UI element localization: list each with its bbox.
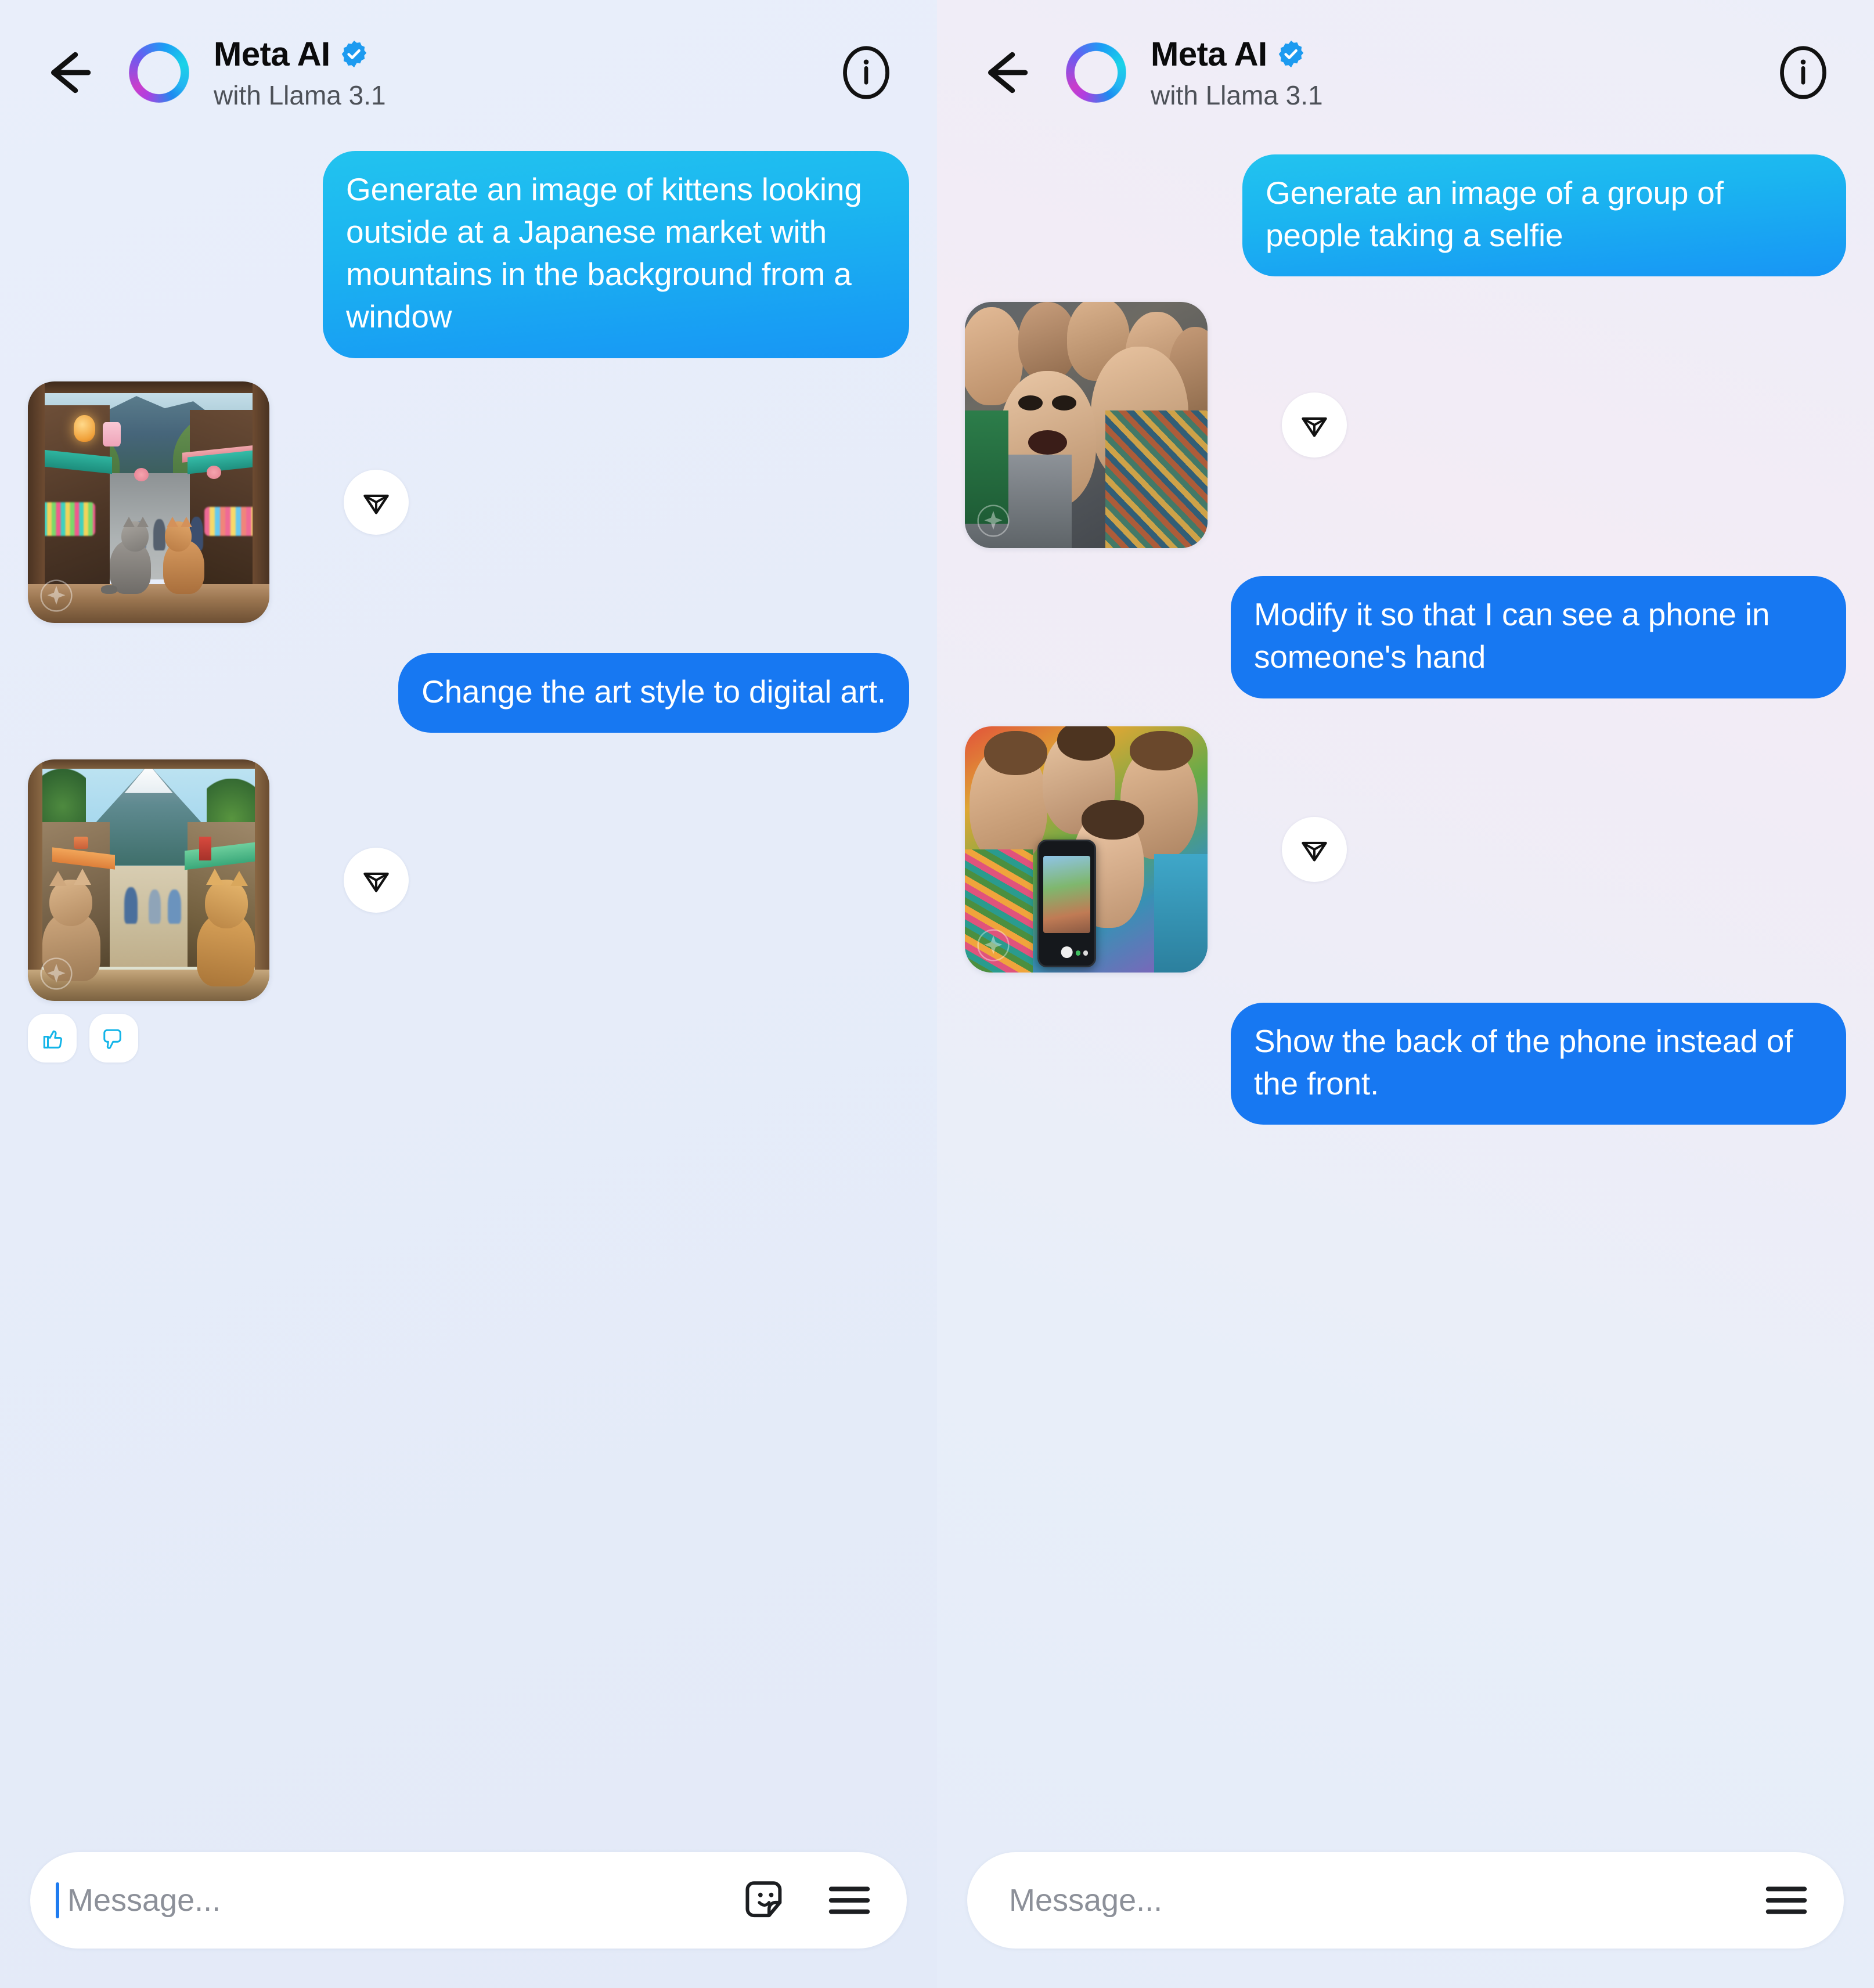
- composer-bar[interactable]: Message...: [967, 1852, 1844, 1949]
- meta-ai-imagine-watermark: [40, 579, 73, 612]
- message-row: [965, 726, 1846, 973]
- composer-bar[interactable]: Message...: [30, 1852, 907, 1949]
- message-row: [28, 381, 909, 623]
- chat-title-block: Meta AI with Llama 3.1: [1151, 35, 1323, 111]
- thumbs-down-icon[interactable]: [89, 1013, 138, 1063]
- text-cursor: [56, 1882, 59, 1918]
- share-send-icon[interactable]: [344, 469, 409, 535]
- info-circle-icon[interactable]: [838, 45, 894, 100]
- message-bubble-outgoing[interactable]: Show the back of the phone instead of th…: [1231, 1002, 1846, 1125]
- generated-image-group-selfie[interactable]: [965, 302, 1208, 549]
- chat-panel-right: Meta AI with Llama 3.1 Generate an image…: [937, 0, 1874, 1988]
- share-send-icon[interactable]: [344, 847, 409, 913]
- back-arrow-icon[interactable]: [973, 38, 1041, 107]
- message-input[interactable]: Message...: [67, 1882, 742, 1918]
- meta-ai-ring-logo: [1066, 42, 1126, 103]
- message-row: [965, 302, 1846, 549]
- message-composer-right: Message...: [937, 1845, 1874, 1988]
- page-title: Meta AI: [214, 35, 330, 73]
- meta-ai-imagine-watermark: [977, 505, 1010, 537]
- hamburger-menu-icon[interactable]: [824, 1875, 874, 1925]
- chat-title-block: Meta AI with Llama 3.1: [214, 35, 386, 111]
- message-row: Modify it so that I can see a phone in s…: [965, 576, 1846, 698]
- share-send-icon[interactable]: [1282, 392, 1347, 458]
- info-circle-icon[interactable]: [1775, 45, 1831, 100]
- message-input[interactable]: Message...: [1009, 1882, 1761, 1918]
- chat-subtitle: with Llama 3.1: [214, 80, 386, 110]
- message-row: Show the back of the phone instead of th…: [965, 1002, 1846, 1125]
- back-arrow-icon[interactable]: [36, 38, 104, 107]
- message-bubble-outgoing[interactable]: Generate an image of kittens looking out…: [323, 151, 909, 358]
- chat-subtitle: with Llama 3.1: [1151, 80, 1323, 110]
- message-composer-left: Message...: [0, 1845, 937, 1988]
- message-row: Change the art style to digital art.: [28, 653, 909, 733]
- sticker-smiley-icon[interactable]: [742, 1875, 792, 1925]
- message-bubble-outgoing[interactable]: Change the art style to digital art.: [398, 653, 909, 733]
- chat-header: Meta AI with Llama 3.1: [0, 0, 937, 145]
- message-row: Generate an image of kittens looking out…: [28, 151, 909, 358]
- thumbs-up-icon[interactable]: [28, 1013, 77, 1063]
- meta-ai-imagine-watermark: [40, 957, 73, 990]
- phone-in-image: [1037, 839, 1096, 968]
- meta-ai-imagine-watermark: [977, 928, 1010, 961]
- page-title: Meta AI: [1151, 35, 1267, 73]
- message-bubble-outgoing[interactable]: Generate an image of a group of people t…: [1242, 154, 1846, 277]
- verified-badge-icon: [340, 39, 369, 69]
- message-thread-right: Generate an image of a group of people t…: [937, 145, 1874, 1845]
- share-send-icon[interactable]: [1282, 816, 1347, 882]
- message-row: [28, 759, 909, 1001]
- generated-image-kittens-digital-art[interactable]: [28, 759, 269, 1001]
- message-row: Generate an image of a group of people t…: [965, 154, 1846, 277]
- verified-badge-icon: [1277, 39, 1306, 69]
- chat-header: Meta AI with Llama 3.1: [937, 0, 1874, 145]
- meta-ai-ring-logo: [129, 42, 189, 103]
- message-bubble-outgoing[interactable]: Modify it so that I can see a phone in s…: [1231, 576, 1846, 698]
- message-reactions: [28, 1013, 909, 1063]
- generated-image-group-selfie-with-phone[interactable]: [965, 726, 1208, 973]
- chat-panel-left: Meta AI with Llama 3.1 Generate an image…: [0, 0, 937, 1988]
- comparison-screenshot: Meta AI with Llama 3.1 Generate an image…: [0, 0, 1874, 1988]
- hamburger-menu-icon[interactable]: [1761, 1875, 1811, 1925]
- message-thread-left: Generate an image of kittens looking out…: [0, 145, 937, 1845]
- generated-image-kittens-photo[interactable]: [28, 381, 269, 623]
